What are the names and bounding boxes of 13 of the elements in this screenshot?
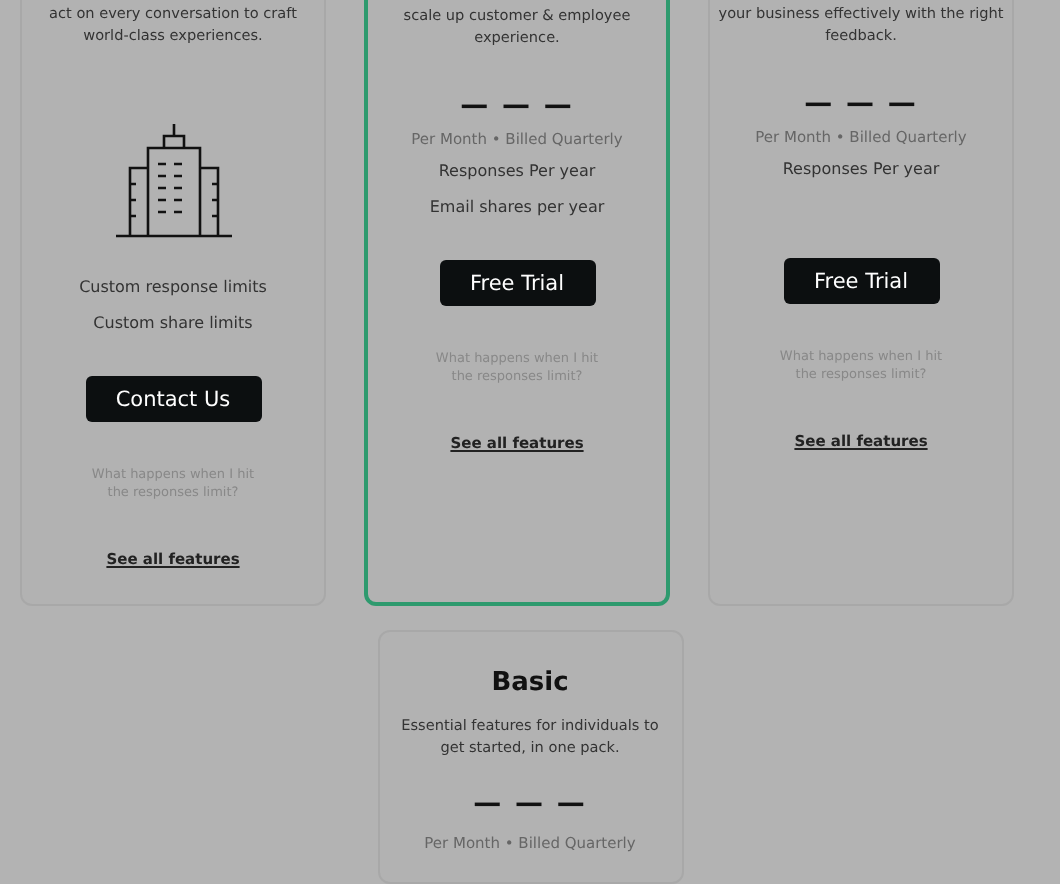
feature-text: Email shares per year xyxy=(429,198,605,216)
building-icon xyxy=(115,124,231,238)
contact-button[interactable]: Contact Us xyxy=(85,376,261,422)
feature-text: Responses Per year xyxy=(782,160,940,178)
price: — — — xyxy=(460,88,574,124)
feature-text: Responses Per year xyxy=(438,162,596,180)
price: — — — xyxy=(804,86,918,122)
free-trial-button[interactable]: Free Trial xyxy=(439,260,595,306)
feature-text: Custom response limits xyxy=(79,278,267,296)
price: — — — xyxy=(473,786,587,822)
feature-text: Custom share limits xyxy=(93,314,253,332)
plan-title: Basic xyxy=(491,668,569,698)
free-trial-button[interactable]: Free Trial xyxy=(783,258,939,304)
